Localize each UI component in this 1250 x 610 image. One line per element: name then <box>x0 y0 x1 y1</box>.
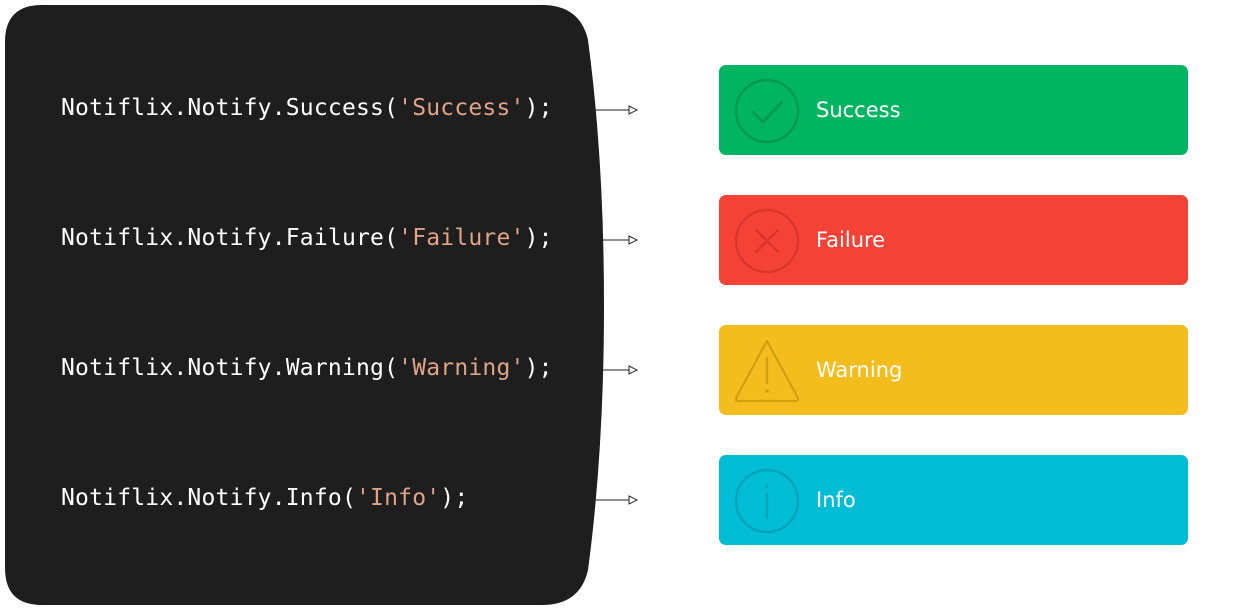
code-string-arg: 'Failure' <box>398 225 525 251</box>
code-call: Notiflix.Notify.Warning( <box>61 355 399 381</box>
notification-info[interactable]: Info <box>719 455 1188 545</box>
code-call: Notiflix.Notify.Info( <box>61 485 356 511</box>
code-call: Notiflix.Notify.Failure( <box>61 225 399 251</box>
code-line-failure: Notiflix.Notify.Failure('Failure'); <box>61 223 553 253</box>
arrow-right-icon <box>590 495 639 505</box>
code-close: ); <box>440 485 469 511</box>
notification-warning[interactable]: Warning <box>719 325 1188 415</box>
code-line-warning: Notiflix.Notify.Warning('Warning'); <box>61 353 553 383</box>
notification-label: Success <box>816 98 901 122</box>
notification-failure[interactable]: Failure <box>719 195 1188 285</box>
warning-triangle-icon <box>734 339 800 403</box>
arrow-right-icon <box>600 235 639 245</box>
code-call: Notiflix.Notify.Success( <box>61 95 399 121</box>
info-circle-icon <box>734 468 800 534</box>
notification-label: Info <box>816 488 856 512</box>
x-circle-icon <box>734 208 800 274</box>
code-close: ); <box>524 95 553 121</box>
arrow-right-icon <box>602 365 639 375</box>
code-string-arg: 'Info' <box>356 485 441 511</box>
notification-success[interactable]: Success <box>719 65 1188 155</box>
notiflix-demo: Notiflix.Notify.Success('Success'); Noti… <box>0 0 1250 610</box>
code-close: ); <box>524 355 553 381</box>
code-line-info: Notiflix.Notify.Info('Info'); <box>61 483 468 513</box>
arrow-right-icon <box>590 105 639 115</box>
check-circle-icon <box>734 78 800 144</box>
code-close: ); <box>524 225 553 251</box>
code-string-arg: 'Success' <box>398 95 525 121</box>
code-string-arg: 'Warning' <box>398 355 525 381</box>
notification-label: Failure <box>816 228 886 252</box>
code-line-success: Notiflix.Notify.Success('Success'); <box>61 93 553 123</box>
notification-label: Warning <box>816 358 903 382</box>
